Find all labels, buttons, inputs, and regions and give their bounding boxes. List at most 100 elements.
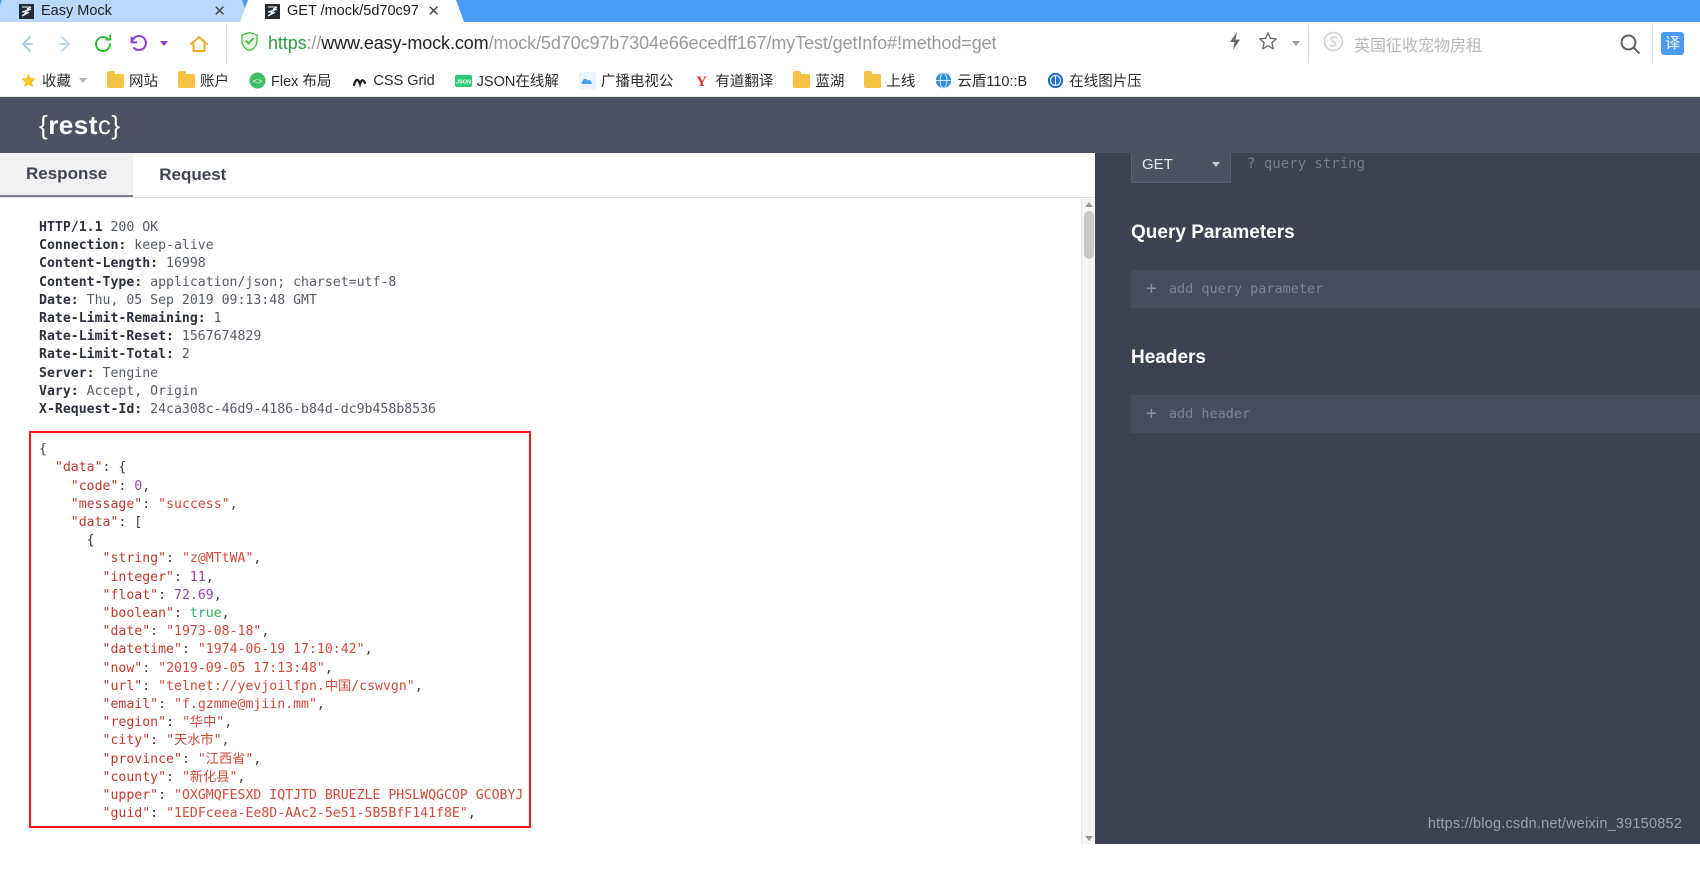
json-punctuation: : xyxy=(158,788,174,804)
bookmark-item-online[interactable]: 上线 xyxy=(854,68,925,94)
json-punctuation xyxy=(39,624,103,639)
forward-arrow-icon[interactable] xyxy=(46,25,84,63)
json-punctuation xyxy=(39,661,103,676)
json-line: "float": 72.69, xyxy=(39,587,529,605)
tab-response[interactable]: Response xyxy=(0,153,134,197)
json-line: { xyxy=(39,441,529,459)
json-line: "guid": "1EDFceea-Ee8D-AAc2-5e51-5B5BfF1… xyxy=(39,805,529,823)
json-boolean: true xyxy=(189,606,222,622)
json-string: "新化县" xyxy=(181,769,238,785)
json-punctuation: , xyxy=(213,587,222,603)
json-string: "370000199005171381" xyxy=(150,825,309,827)
bookmark-item-lanhu[interactable]: 蓝湖 xyxy=(783,68,854,94)
add-header-button[interactable]: + add header xyxy=(1131,395,1700,433)
bookmark-label: CSS Grid xyxy=(373,72,435,89)
json-icon: JSON xyxy=(454,72,472,89)
close-icon[interactable]: ✕ xyxy=(425,4,442,19)
json-string: "z@MTtWA" xyxy=(181,551,254,567)
json-punctuation xyxy=(39,679,103,694)
tab-edge-left xyxy=(0,0,19,22)
json-punctuation: , xyxy=(221,606,230,622)
json-line: "integer": 11, xyxy=(39,569,529,587)
chevron-down-icon[interactable] xyxy=(79,78,87,83)
json-punctuation: { xyxy=(39,533,95,549)
json-punctuation: , xyxy=(237,769,246,785)
history-back-icon[interactable] xyxy=(122,25,156,63)
response-header-value: Accept, Origin xyxy=(86,383,198,399)
bookmark-label: JSON在线解 xyxy=(476,74,559,90)
json-punctuation: , xyxy=(229,496,238,512)
response-header-line: Rate-Limit-Reset: 1567674829 xyxy=(39,328,1095,346)
bookmark-label: 云盾110::B xyxy=(957,74,1028,90)
browser-tab-get-mock[interactable]: GET /mock/5d70c97b7 ✕ xyxy=(239,0,465,22)
bookmark-item-yundun[interactable]: 云盾110::B xyxy=(925,68,1037,94)
folder-icon xyxy=(178,70,195,89)
bookmark-item-website[interactable]: 网站 xyxy=(97,68,168,94)
json-key: "datetime" xyxy=(102,642,182,658)
translate-icon-glyph: 译 xyxy=(1661,32,1684,55)
bookmark-label: 账户 xyxy=(200,74,229,90)
add-query-parameter-button[interactable]: + add query parameter xyxy=(1131,270,1700,308)
address-bar[interactable]: https://www.easy-mock.com/mock/5d70c97b7… xyxy=(226,24,1308,63)
back-arrow-icon[interactable] xyxy=(8,25,46,63)
search-box[interactable]: 英国征收宠物房租 xyxy=(1308,24,1608,63)
scrollbar-thumb[interactable] xyxy=(1084,211,1094,259)
tab-edge-left xyxy=(239,0,265,22)
tab-request[interactable]: Request xyxy=(133,153,252,197)
json-punctuation: , xyxy=(205,569,214,585)
bookmark-item-json[interactable]: JSON JSON在线解 xyxy=(445,68,569,94)
browser-tab-easy-mock[interactable]: Easy Mock ✕ xyxy=(0,0,251,22)
bookmark-item-image-compress[interactable]: 在线图片压 xyxy=(1037,68,1152,94)
json-punctuation: : xyxy=(150,806,167,822)
json-line: "id": "370000199005171381", xyxy=(39,824,529,827)
bookmark-item-favorites[interactable]: 收藏 xyxy=(10,68,97,94)
bookmark-item-flex[interactable]: <> Flex 布局 xyxy=(239,68,341,94)
response-scrollbar[interactable] xyxy=(1081,199,1095,844)
response-header-line: Date: Thu, 05 Sep 2019 09:13:48 GMT xyxy=(39,292,1095,310)
json-key: "county" xyxy=(102,769,167,785)
json-punctuation: , xyxy=(142,478,151,494)
browser-tab-title: Easy Mock xyxy=(41,3,112,19)
response-body-pane: HTTP/1.1 200 OK Connection: keep-alive Con… xyxy=(0,199,1095,844)
json-punctuation: : xyxy=(166,715,182,731)
scroll-up-arrow-icon[interactable] xyxy=(1085,202,1093,207)
tab-edge-right xyxy=(439,0,465,22)
json-punctuation xyxy=(39,497,71,512)
json-punctuation: : xyxy=(174,606,190,622)
cloud-icon xyxy=(578,72,596,89)
response-header-key: Content-Length: xyxy=(39,256,167,272)
bookmark-item-account[interactable]: 账户 xyxy=(168,68,239,94)
bookmark-item-broadcast[interactable]: 广播电视公 xyxy=(569,68,684,94)
response-header-line: Vary: Accept, Origin xyxy=(39,383,1095,401)
response-headers: HTTP/1.1 200 OK Connection: keep-alive Con… xyxy=(0,199,1095,419)
json-string: "f.gzmme@mjiin.mm" xyxy=(174,697,317,713)
star-icon[interactable] xyxy=(1258,31,1278,56)
response-request-tabs: Response Request xyxy=(0,153,1095,198)
close-icon[interactable]: ✕ xyxy=(211,4,228,19)
json-line: "county": "新化县", xyxy=(39,769,529,787)
lightning-icon[interactable] xyxy=(1226,31,1244,56)
response-header-line: Rate-Limit-Total: 2 xyxy=(39,346,1095,364)
json-line: "data": [ xyxy=(39,514,529,532)
response-header-value: 24ca308c-46d9-4186-b84d-dc9b458b8536 xyxy=(150,402,436,418)
translate-icon[interactable]: 译 xyxy=(1652,24,1692,63)
response-header-value: application/json; charset=utf-8 xyxy=(150,274,397,290)
home-icon[interactable] xyxy=(180,25,218,63)
url-scheme: https xyxy=(268,33,307,53)
bookmark-item-cssgrid[interactable]: CSS Grid xyxy=(341,68,444,94)
search-icon[interactable] xyxy=(1608,25,1652,63)
bookmark-item-youdao[interactable]: Y 有道翻译 xyxy=(683,68,783,94)
json-string: "1973-08-18" xyxy=(166,624,262,640)
sogou-icon xyxy=(1323,31,1344,57)
history-dropdown-icon[interactable] xyxy=(156,25,172,63)
reload-icon[interactable] xyxy=(84,25,122,63)
json-key: "province" xyxy=(102,751,182,767)
plus-icon: + xyxy=(1146,278,1157,299)
request-panel: GET ? query string Query Parameters + ad… xyxy=(1095,97,1700,844)
response-header-key: Date: xyxy=(39,292,87,308)
address-bar-actions xyxy=(1226,31,1308,56)
chevron-down-icon[interactable] xyxy=(1292,41,1300,46)
easymock-icon xyxy=(19,3,34,19)
scroll-down-arrow-icon[interactable] xyxy=(1085,836,1093,841)
json-punctuation: , xyxy=(224,715,233,731)
